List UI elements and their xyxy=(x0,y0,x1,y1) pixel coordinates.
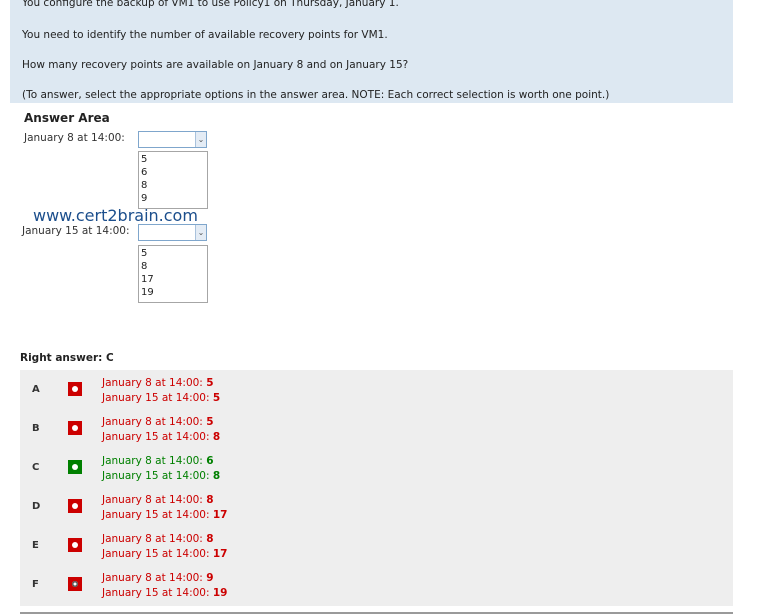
jan8-option[interactable]: 5 xyxy=(141,153,207,166)
bottom-divider xyxy=(20,612,733,614)
jan15-option[interactable]: 5 xyxy=(141,247,207,260)
jan8-option-list: 5 6 8 9 xyxy=(138,151,208,209)
choice-line2-label: January 15 at 14:00: xyxy=(102,587,213,599)
jan15-option[interactable]: 19 xyxy=(141,286,207,299)
jan15-option-list: 5 8 17 19 xyxy=(138,245,208,303)
incorrect-marker-icon[interactable] xyxy=(68,382,82,396)
choice-line2-label: January 15 at 14:00: xyxy=(102,509,213,521)
choice-line2-value: 8 xyxy=(212,431,221,443)
choice-line1-label: January 8 at 14:00: xyxy=(102,455,207,467)
incorrect-marker-icon[interactable] xyxy=(68,538,82,552)
choice-line1-value: 5 xyxy=(206,416,214,428)
choice-line1-value: 8 xyxy=(206,494,214,506)
jan15-field-label: January 15 at 14:00: xyxy=(22,225,130,237)
choice-text: January 8 at 14:00: 5 January 15 at 14:00… xyxy=(102,376,220,406)
choice-text: January 8 at 14:00: 9 January 15 at 14:00… xyxy=(102,571,228,601)
answer-area-title: Answer Area xyxy=(24,111,110,125)
jan15-option[interactable]: 8 xyxy=(141,260,207,273)
choice-line1-label: January 8 at 14:00: xyxy=(102,494,207,506)
choice-line1-value: 8 xyxy=(206,533,214,545)
choice-line1-label: January 8 at 14:00: xyxy=(102,533,207,545)
choice-line1-label: January 8 at 14:00: xyxy=(102,416,207,428)
jan8-option[interactable]: 8 xyxy=(141,179,207,192)
choice-letter: C xyxy=(32,462,40,473)
choice-letter: D xyxy=(32,501,41,512)
choice-letter: F xyxy=(32,579,39,590)
watermark: www.cert2brain.com xyxy=(33,206,198,225)
choice-line2-label: January 15 at 14:00: xyxy=(102,392,213,404)
jan8-option[interactable]: 9 xyxy=(141,192,207,205)
choice-letter: E xyxy=(32,540,39,551)
jan8-option[interactable]: 6 xyxy=(141,166,207,179)
choice-line1-value: 5 xyxy=(206,377,214,389)
question-box: You configure the backup of VM1 to use P… xyxy=(10,0,733,103)
choice-line2-value: 5 xyxy=(212,392,221,404)
choice-line2-value: 17 xyxy=(212,548,228,560)
jan8-field-label: January 8 at 14:00: xyxy=(24,132,125,144)
correct-marker-icon[interactable] xyxy=(68,460,82,474)
choice-line2-label: January 15 at 14:00: xyxy=(102,548,213,560)
incorrect-marker-icon[interactable] xyxy=(68,421,82,435)
right-answer-label: Right answer: C xyxy=(20,352,114,364)
jan15-dropdown[interactable]: ⌄ xyxy=(138,224,207,241)
jan15-option[interactable]: 17 xyxy=(141,273,207,286)
choice-line1-value: 6 xyxy=(206,455,214,467)
chevron-down-icon[interactable]: ⌄ xyxy=(195,132,206,147)
choice-text: January 8 at 14:00: 5 January 15 at 14:00… xyxy=(102,415,220,445)
incorrect-marker-icon[interactable] xyxy=(68,577,82,591)
choice-line2-value: 17 xyxy=(212,509,228,521)
choice-text: January 8 at 14:00: 8 January 15 at 14:00… xyxy=(102,493,228,523)
choice-line2-value: 8 xyxy=(212,470,221,482)
choice-letter: B xyxy=(32,423,40,434)
question-line-1: You configure the backup of VM1 to use P… xyxy=(22,0,399,9)
choice-letter: A xyxy=(32,384,40,395)
question-instructions: (To answer, select the appropriate optio… xyxy=(22,89,610,101)
incorrect-marker-icon[interactable] xyxy=(68,499,82,513)
choice-line2-label: January 15 at 14:00: xyxy=(102,470,213,482)
choice-line1-label: January 8 at 14:00: xyxy=(102,572,207,584)
choice-text: January 8 at 14:00: 8 January 15 at 14:00… xyxy=(102,532,228,562)
choice-line2-value: 19 xyxy=(212,587,228,599)
question-line-3: How many recovery points are available o… xyxy=(22,59,409,71)
choice-line2-label: January 15 at 14:00: xyxy=(102,431,213,443)
question-line-2: You need to identify the number of avail… xyxy=(22,29,388,41)
choice-line1-label: January 8 at 14:00: xyxy=(102,377,207,389)
chevron-down-icon[interactable]: ⌄ xyxy=(195,225,206,240)
choice-line1-value: 9 xyxy=(206,572,214,584)
choice-text: January 8 at 14:00: 6 January 15 at 14:00… xyxy=(102,454,220,484)
jan8-dropdown[interactable]: ⌄ xyxy=(138,131,207,148)
